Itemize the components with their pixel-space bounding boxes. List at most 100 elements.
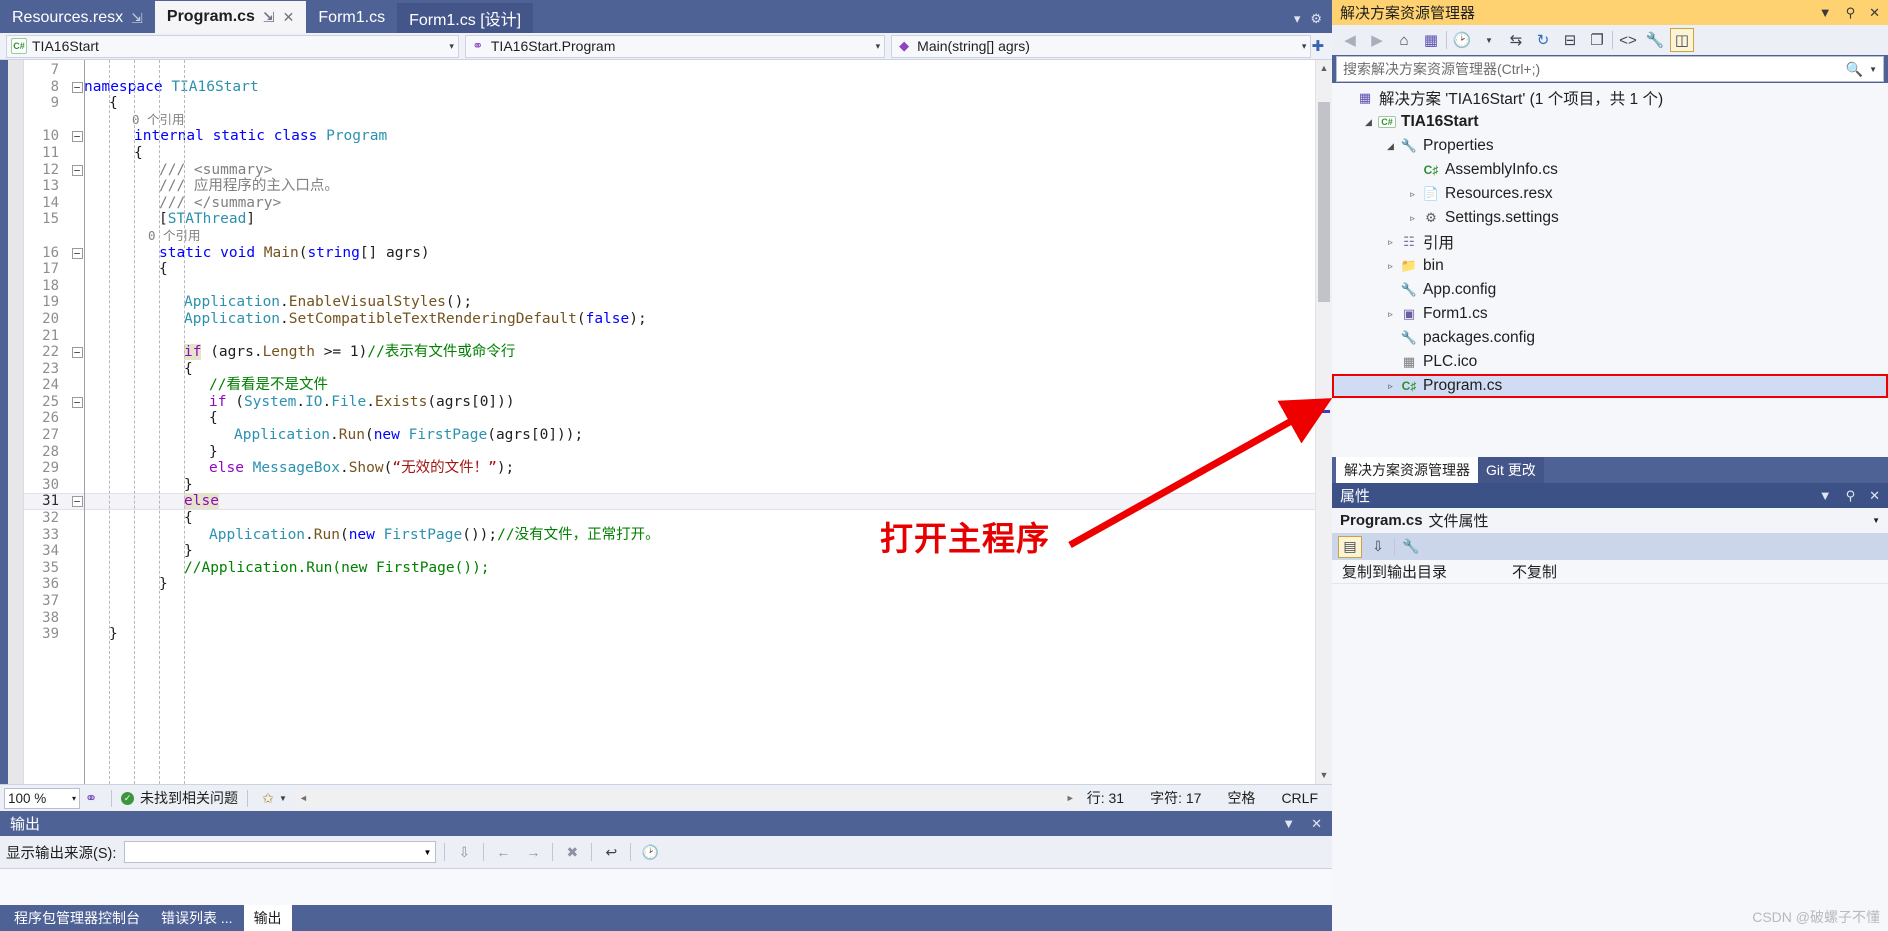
expander-icon[interactable]: ▹ (1382, 261, 1399, 272)
alphabetical-sort-icon[interactable]: ⇩ (1366, 536, 1390, 558)
gear-icon[interactable]: ⚙ (1310, 11, 1322, 27)
codelens-row[interactable]: 0 个引用 (24, 112, 1315, 129)
scroll-up-arrow[interactable]: ▲ (1316, 60, 1332, 77)
pin-icon[interactable]: ⇲ (131, 10, 143, 27)
expander-icon[interactable]: ▹ (1382, 309, 1399, 320)
zoom-level-dropdown[interactable]: 100 % ▾ (4, 788, 80, 809)
solution-explorer-search[interactable]: 搜索解决方案资源管理器(Ctrl+;) 🔍 ▼ (1336, 56, 1884, 82)
tree-node-resources-resx[interactable]: ▹📄Resources.resx (1332, 182, 1888, 206)
member-dropdown[interactable]: ◆ Main(string[] agrs) ▾ (891, 35, 1311, 58)
tree-node-bin[interactable]: ▹📁bin (1332, 254, 1888, 278)
properties-object-header[interactable]: Program.cs 文件属性 ▼ (1332, 508, 1888, 533)
project-dropdown[interactable]: C# TIA16Start ▾ (6, 35, 459, 58)
pending-changes-icon[interactable]: 🕑 (1450, 28, 1474, 52)
find-message-icon[interactable]: ⇩ (453, 841, 475, 863)
search-icon[interactable]: 🔍 (1846, 61, 1863, 78)
chevron-down-icon[interactable]: ▼ (279, 794, 287, 803)
tab-package-manager-console[interactable]: 程序包管理器控制台 (4, 905, 150, 931)
home-icon[interactable]: ⌂ (1392, 28, 1416, 52)
tab-form1-cs-design[interactable]: Form1.cs [设计] (397, 3, 533, 33)
view-code-icon[interactable]: <> (1616, 28, 1640, 52)
property-value[interactable]: 不复制 (1512, 561, 1888, 582)
scroll-right-arrow[interactable]: ► (1062, 790, 1079, 807)
expander-icon[interactable]: ▹ (1404, 189, 1421, 200)
tree-node-form1-cs[interactable]: ▹▣Form1.cs (1332, 302, 1888, 326)
code-cleanup-icon[interactable]: ✩ (257, 787, 279, 809)
clear-all-icon[interactable]: ✖ (561, 841, 583, 863)
properties-grid[interactable]: 复制到输出目录 不复制 (1332, 560, 1888, 931)
tab-form1-cs[interactable]: Form1.cs (306, 3, 397, 33)
fold-toggle[interactable]: − (70, 79, 84, 96)
tab-solution-explorer[interactable]: 解决方案资源管理器 (1336, 457, 1478, 483)
chevron-down-icon[interactable]: ▼ (1872, 516, 1880, 525)
show-all-files-icon[interactable]: ❐ (1585, 28, 1609, 52)
sync-with-active-document-icon[interactable]: ⇆ (1504, 28, 1528, 52)
tab-resources-resx[interactable]: Resources.resx ⇲ (0, 3, 155, 33)
close-icon[interactable]: ✕ (1869, 5, 1880, 21)
pin-icon[interactable]: ⚲ (1846, 5, 1856, 21)
tree-node-settings-settings[interactable]: ▹⚙Settings.settings (1332, 206, 1888, 230)
chevron-down-icon[interactable]: ▼ (1819, 488, 1832, 503)
fold-toggle[interactable]: − (70, 493, 84, 510)
tree-node-plc-ico[interactable]: ▦PLC.ico (1332, 350, 1888, 374)
properties-wrench-icon[interactable]: 🔧 (1643, 28, 1667, 52)
property-pages-wrench-icon[interactable]: 🔧 (1399, 536, 1423, 558)
output-source-dropdown[interactable]: ▼ (124, 841, 436, 863)
issue-navigation-icon[interactable]: ⚭ (80, 787, 102, 809)
chevron-down-icon[interactable]: ▾ (441, 41, 454, 52)
clock-icon[interactable]: 🕑 (639, 841, 661, 863)
tree-node-app-config[interactable]: 🔧App.config (1332, 278, 1888, 302)
expander-icon[interactable]: ◢ (1382, 141, 1399, 152)
tree-node-[interactable]: ▹☷引用 (1332, 230, 1888, 254)
collapse-all-icon[interactable]: ⊟ (1558, 28, 1582, 52)
chevron-down-icon[interactable]: ▼ (1282, 816, 1295, 832)
pin-icon[interactable]: ⇲ (263, 9, 275, 26)
editor-horizontal-scrollbar[interactable]: ◄ ► (295, 790, 1079, 807)
scroll-left-arrow[interactable]: ◄ (295, 790, 312, 807)
scroll-down-arrow[interactable]: ▼ (1316, 767, 1332, 784)
refresh-icon[interactable]: ↻ (1531, 28, 1555, 52)
tree-node-tia16start-1-1[interactable]: ▦解决方案 'TIA16Start' (1 个项目，共 1 个) (1332, 86, 1888, 110)
back-icon[interactable]: ◀ (1338, 28, 1362, 52)
split-view-icon[interactable]: ✚ (1311, 37, 1324, 55)
previous-message-icon[interactable]: ← (492, 841, 514, 863)
tree-node-packages-config[interactable]: 🔧packages.config (1332, 326, 1888, 350)
pin-icon[interactable]: ⚲ (1846, 488, 1856, 504)
forward-icon[interactable]: ▶ (1365, 28, 1389, 52)
tree-node-program-cs[interactable]: ▹C♯Program.cs (1332, 374, 1888, 398)
tree-node-tia16start[interactable]: ◢C#TIA16Start (1332, 110, 1888, 134)
expander-icon[interactable]: ◢ (1360, 117, 1377, 128)
chevron-down-icon[interactable]: ▼ (423, 848, 431, 857)
tree-node-assemblyinfo-cs[interactable]: C♯AssemblyInfo.cs (1332, 158, 1888, 182)
word-wrap-icon[interactable]: ↩ (600, 841, 622, 863)
eol-indicator[interactable]: CRLF (1281, 790, 1318, 806)
preview-selected-items-icon[interactable]: ◫ (1670, 28, 1694, 52)
output-text-area[interactable] (0, 869, 1332, 905)
tree-node-properties[interactable]: ◢🔧Properties (1332, 134, 1888, 158)
spacing-indicator[interactable]: 空格 (1227, 788, 1255, 808)
scrollbar-thumb[interactable] (1318, 102, 1330, 302)
chevron-down-icon[interactable]: ▾ (1294, 11, 1301, 27)
chevron-down-icon[interactable]: ▾ (868, 41, 881, 52)
fold-toggle[interactable]: − (70, 344, 84, 361)
codelens-row[interactable]: 0 个引用 (24, 228, 1315, 245)
close-icon[interactable]: ✕ (283, 9, 295, 26)
solution-tree[interactable]: ▦解决方案 'TIA16Start' (1 个项目，共 1 个)◢C#TIA16… (1332, 83, 1888, 457)
chevron-down-icon[interactable]: ▾ (1294, 41, 1307, 52)
chevron-down-icon[interactable]: ▼ (1819, 5, 1832, 20)
expander-icon[interactable]: ▹ (1382, 381, 1399, 392)
fold-toggle[interactable]: − (70, 128, 84, 145)
tab-error-list[interactable]: 错误列表 ... (151, 905, 243, 931)
code-editor[interactable]: 78−namespace TIA16Start9{0 个引用10−interna… (0, 60, 1332, 784)
chevron-down-icon[interactable]: ▼ (1477, 28, 1501, 52)
tab-git-changes[interactable]: Git 更改 (1478, 457, 1544, 483)
fold-toggle[interactable]: − (70, 245, 84, 262)
solution-view-icon[interactable]: ▦ (1419, 28, 1443, 52)
tab-program-cs[interactable]: Program.cs ⇲ ✕ (155, 1, 307, 33)
close-icon[interactable]: ✕ (1869, 488, 1880, 504)
tab-output[interactable]: 输出 (244, 905, 292, 931)
editor-vertical-scrollbar[interactable]: ▲ ▼ (1315, 60, 1332, 784)
expander-icon[interactable]: ▹ (1382, 237, 1399, 248)
categorized-view-icon[interactable]: ▤ (1338, 536, 1362, 558)
chevron-down-icon[interactable]: ▾ (72, 794, 76, 803)
